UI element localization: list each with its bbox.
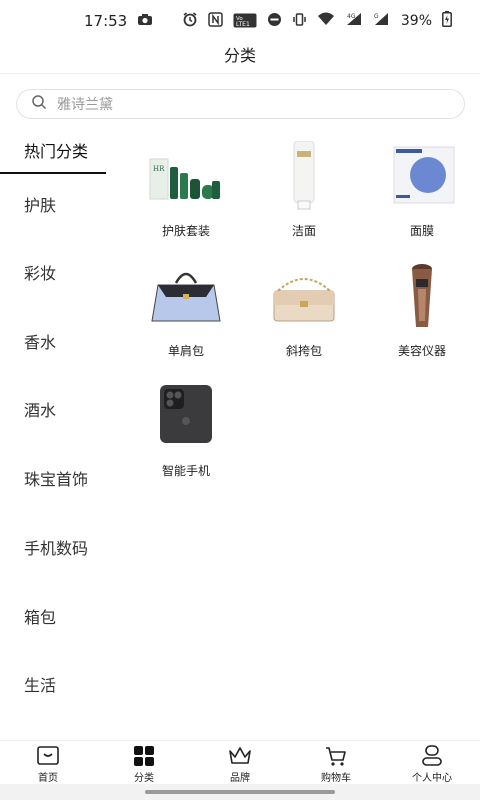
tab-brand[interactable]: 品牌	[192, 741, 288, 784]
product-skincare-set[interactable]: HR 护肤套装	[136, 136, 236, 239]
sidebar-item-makeup[interactable]: 彩妆	[0, 252, 106, 296]
alarm-icon	[182, 11, 198, 31]
sidebar-item-digital[interactable]: 手机数码	[0, 527, 106, 571]
shoulder-bag-image	[146, 256, 226, 336]
svg-text:4G: 4G	[347, 13, 356, 20]
product-beauty-device[interactable]: 美容仪器	[372, 256, 472, 359]
sidebar-item-bags[interactable]: 箱包	[0, 596, 106, 640]
tab-category[interactable]: 分类	[96, 741, 192, 784]
status-time: 17:53	[84, 12, 128, 30]
status-bar: 17:53 Vo LTE1 4G G 39%	[0, 0, 480, 42]
face-mask-box-image	[382, 136, 462, 216]
product-smartphone[interactable]: 智能手机	[136, 376, 236, 479]
product-label: 智能手机	[161, 464, 210, 478]
tab-label: 分类	[134, 773, 154, 784]
crossbody-bag-image	[264, 256, 344, 336]
home-gesture-bar[interactable]	[145, 790, 335, 794]
sidebar-item-jewelry[interactable]: 珠宝首饰	[0, 458, 106, 502]
home-icon	[0, 745, 96, 767]
crown-icon	[192, 745, 288, 767]
tab-label: 购物车	[321, 773, 351, 784]
tab-home[interactable]: 首页	[0, 741, 96, 784]
vibrate-icon	[292, 12, 307, 31]
search-placeholder: 雅诗兰黛	[57, 97, 113, 113]
search-input[interactable]: 雅诗兰黛	[16, 89, 465, 119]
tab-profile[interactable]: 个人中心	[384, 741, 480, 784]
svg-text:G: G	[374, 13, 379, 20]
product-cleanser[interactable]: 洁面	[254, 136, 354, 239]
nfc-icon	[208, 11, 223, 31]
product-label: 面膜	[409, 224, 434, 238]
signal-4g-icon: 4G	[345, 12, 363, 30]
product-crossbody-bag[interactable]: 斜挎包	[254, 256, 354, 359]
gesture-area	[0, 784, 480, 800]
battery-icon	[442, 11, 452, 31]
smartphone-image	[146, 376, 226, 456]
svg-text:HR: HR	[153, 165, 165, 173]
do-not-disturb-icon	[267, 12, 282, 31]
product-label: 洁面	[291, 224, 316, 238]
beauty-device-image	[382, 256, 462, 336]
product-label: 护肤套装	[161, 224, 210, 238]
sidebar-item-life[interactable]: 生活	[0, 664, 106, 708]
page-title: 分类	[0, 42, 480, 74]
tab-label: 品牌	[230, 773, 250, 784]
skincare-set-image: HR	[146, 136, 226, 216]
wifi-icon	[317, 12, 335, 30]
bottom-tab-bar: 首页 分类 品牌 购物车 个人中心	[0, 740, 480, 784]
tab-cart[interactable]: 购物车	[288, 741, 384, 784]
sidebar-item-liquor[interactable]: 酒水	[0, 389, 106, 433]
volte-icon: Vo LTE1	[233, 13, 257, 30]
product-face-mask[interactable]: 面膜	[372, 136, 472, 239]
product-label: 斜挎包	[285, 344, 322, 358]
user-icon	[384, 745, 480, 767]
cleanser-tube-image	[264, 136, 344, 216]
sidebar-item-skincare[interactable]: 护肤	[0, 184, 106, 228]
sidebar-item-perfume[interactable]: 香水	[0, 321, 106, 365]
tab-label: 个人中心	[412, 773, 452, 784]
svg-text:LTE1: LTE1	[236, 21, 250, 28]
product-label: 单肩包	[167, 344, 204, 358]
tab-label: 首页	[38, 773, 58, 784]
product-shoulder-bag[interactable]: 单肩包	[136, 256, 236, 359]
product-label: 美容仪器	[397, 344, 446, 358]
sidebar-item-hot[interactable]: 热门分类	[0, 130, 106, 174]
category-icon	[96, 745, 192, 767]
battery-percent: 39%	[400, 13, 432, 29]
signal-g-icon: G	[373, 12, 389, 30]
camera-icon	[137, 13, 153, 30]
cart-icon	[288, 745, 384, 767]
search-icon	[31, 94, 47, 114]
